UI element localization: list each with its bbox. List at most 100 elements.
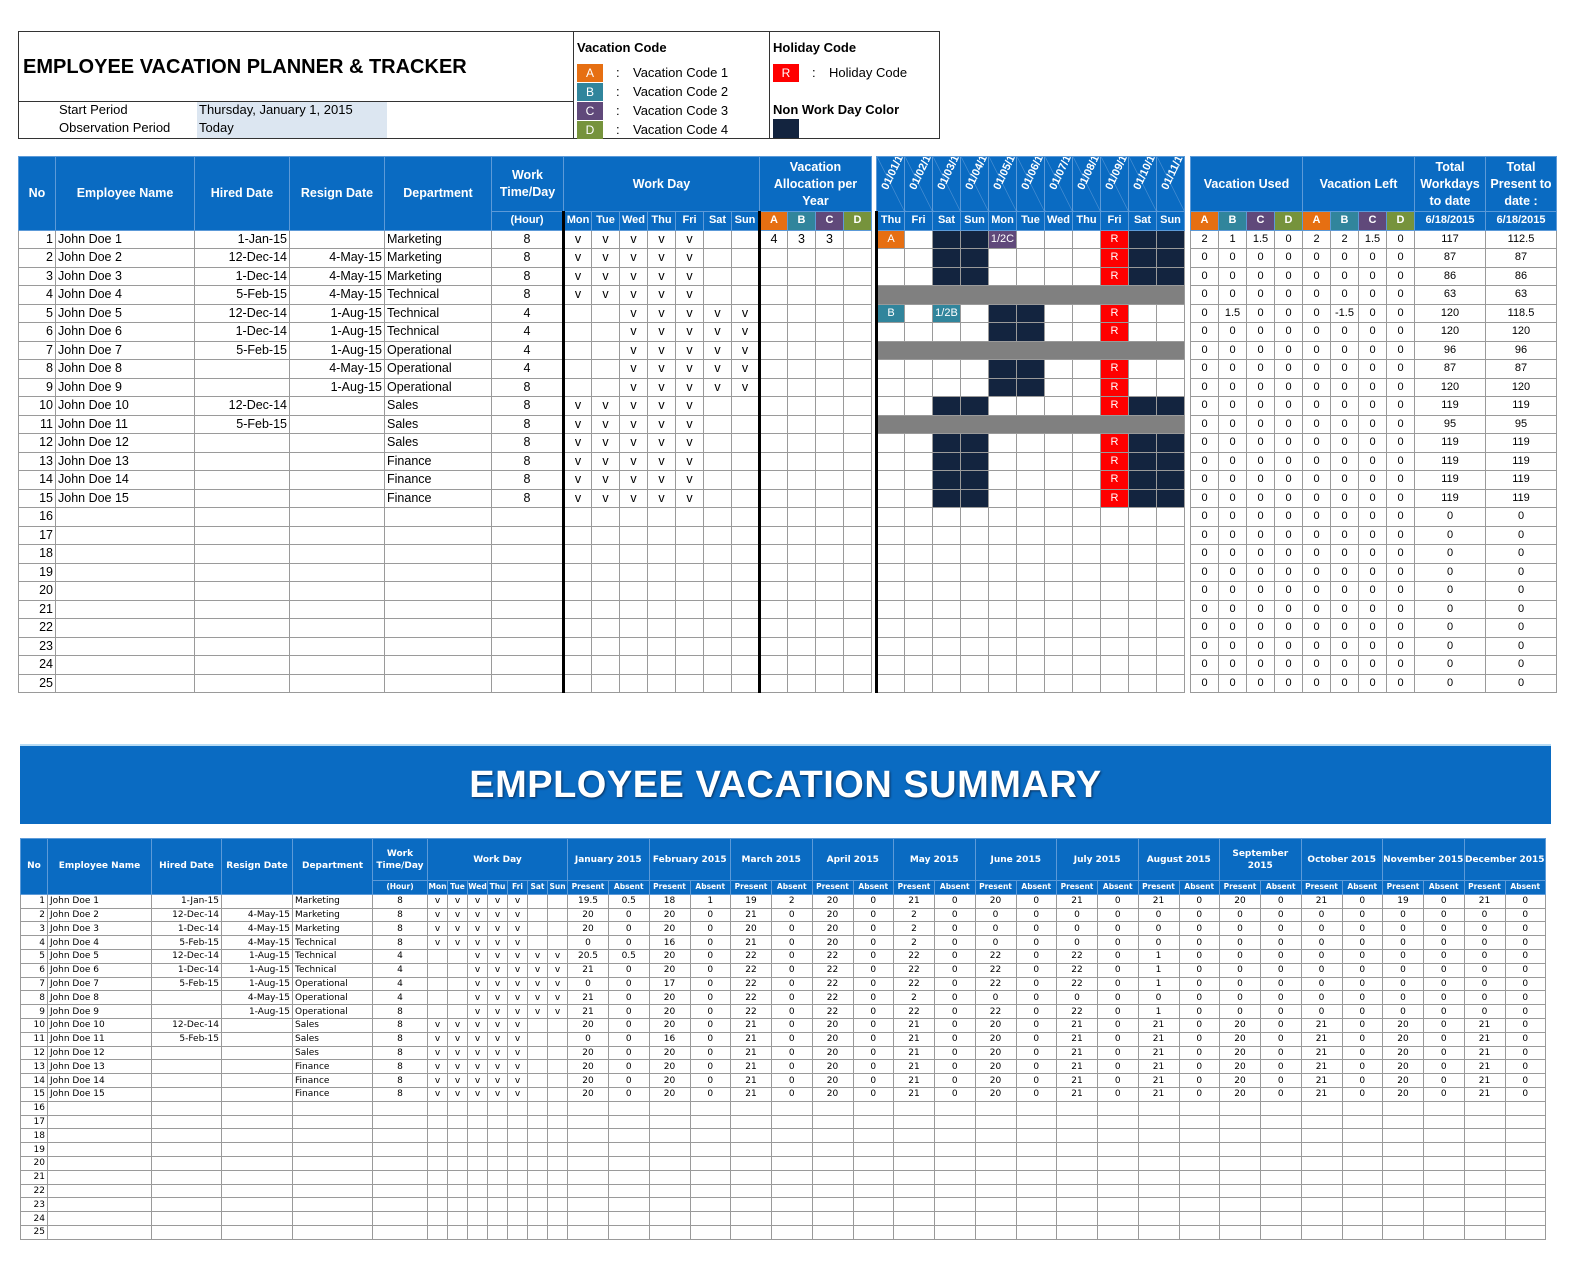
calendar-cell[interactable] <box>932 599 961 619</box>
calendar-cell[interactable] <box>1072 507 1101 527</box>
work-day-cell[interactable]: v <box>619 451 648 471</box>
resign-date-cell[interactable]: 1-Aug-15 <box>289 340 385 360</box>
calendar-cell[interactable] <box>1016 525 1045 545</box>
vacation-alloc-cell[interactable] <box>843 562 872 582</box>
work-day-cell[interactable]: v <box>591 266 620 286</box>
work-day-cell[interactable] <box>703 655 732 675</box>
calendar-cell[interactable] <box>904 562 933 582</box>
work-day-cell[interactable]: v <box>562 470 592 490</box>
resign-date-cell[interactable] <box>289 525 385 545</box>
work-day-cell[interactable] <box>591 544 620 564</box>
calendar-cell[interactable] <box>1016 470 1045 490</box>
hired-date-cell[interactable] <box>194 655 290 675</box>
vacation-alloc-cell[interactable] <box>758 618 788 638</box>
calendar-cell[interactable] <box>1072 451 1101 471</box>
department-cell[interactable] <box>384 544 492 564</box>
calendar-cell[interactable] <box>1072 673 1101 693</box>
calendar-cell[interactable] <box>875 507 905 527</box>
work-hours-cell[interactable] <box>491 507 564 527</box>
work-day-cell[interactable]: v <box>591 248 620 268</box>
holiday-cell[interactable]: R <box>1100 359 1129 379</box>
work-day-cell[interactable]: v <box>675 322 704 342</box>
calendar-cell[interactable] <box>1100 562 1129 582</box>
vacation-alloc-cell[interactable] <box>787 359 816 379</box>
work-day-cell[interactable] <box>731 248 760 268</box>
calendar-cell[interactable] <box>1016 544 1045 564</box>
calendar-cell[interactable] <box>1072 303 1101 323</box>
work-day-cell[interactable] <box>562 581 592 601</box>
hired-date-cell[interactable] <box>194 581 290 601</box>
work-day-cell[interactable] <box>619 599 648 619</box>
vacation-alloc-cell[interactable] <box>758 303 788 323</box>
work-day-cell[interactable]: v <box>562 414 592 434</box>
resign-date-cell[interactable] <box>289 673 385 693</box>
work-day-cell[interactable]: v <box>647 470 676 490</box>
work-day-cell[interactable]: v <box>675 451 704 471</box>
calendar-cell[interactable] <box>1156 525 1185 545</box>
calendar-cell[interactable] <box>1044 673 1073 693</box>
non-work-day-cell[interactable] <box>1016 377 1045 397</box>
work-day-cell[interactable]: v <box>675 248 704 268</box>
vacation-alloc-cell[interactable] <box>843 599 872 619</box>
vacation-alloc-cell[interactable] <box>787 396 816 416</box>
work-day-cell[interactable]: v <box>647 322 676 342</box>
vacation-alloc-cell[interactable] <box>758 581 788 601</box>
department-cell[interactable]: Technical <box>384 303 492 323</box>
work-day-cell[interactable]: v <box>731 377 760 397</box>
calendar-cell[interactable] <box>988 248 1017 268</box>
work-hours-cell[interactable] <box>491 525 564 545</box>
calendar-cell[interactable] <box>1016 451 1045 471</box>
work-day-cell[interactable] <box>562 322 592 342</box>
work-day-cell[interactable] <box>591 359 620 379</box>
employee-name-cell[interactable] <box>55 618 195 638</box>
vacation-alloc-cell[interactable] <box>815 359 844 379</box>
vacation-alloc-cell[interactable] <box>758 322 788 342</box>
work-day-cell[interactable] <box>619 581 648 601</box>
work-day-cell[interactable] <box>619 544 648 564</box>
hired-date-cell[interactable] <box>194 359 290 379</box>
calendar-cell[interactable] <box>1128 562 1157 582</box>
resign-date-cell[interactable] <box>289 581 385 601</box>
calendar-cell[interactable] <box>1072 525 1101 545</box>
work-day-cell[interactable] <box>703 433 732 453</box>
employee-name-cell[interactable]: John Doe 13 <box>55 451 195 471</box>
work-day-cell[interactable] <box>675 562 704 582</box>
vacation-alloc-cell[interactable] <box>787 433 816 453</box>
work-day-cell[interactable]: v <box>619 266 648 286</box>
vacation-alloc-cell[interactable] <box>758 470 788 490</box>
work-day-cell[interactable]: v <box>675 470 704 490</box>
hired-date-cell[interactable] <box>194 599 290 619</box>
calendar-cell[interactable] <box>1156 599 1185 619</box>
department-cell[interactable]: Marketing <box>384 248 492 268</box>
non-work-day-cell[interactable] <box>960 266 989 286</box>
work-day-cell[interactable]: v <box>591 414 620 434</box>
vacation-alloc-cell[interactable] <box>787 525 816 545</box>
work-day-cell[interactable] <box>591 340 620 360</box>
employee-name-cell[interactable]: John Doe 11 <box>55 414 195 434</box>
work-day-cell[interactable]: v <box>647 451 676 471</box>
non-work-day-cell[interactable] <box>988 359 1017 379</box>
department-cell[interactable]: Marketing <box>384 229 492 249</box>
vacation-alloc-cell[interactable] <box>843 266 872 286</box>
calendar-cell[interactable] <box>1016 266 1045 286</box>
calendar-cell[interactable] <box>904 248 933 268</box>
resign-date-cell[interactable]: 1-Aug-15 <box>289 377 385 397</box>
work-day-cell[interactable]: v <box>562 488 592 508</box>
work-day-cell[interactable] <box>703 414 732 434</box>
vacation-alloc-cell[interactable] <box>815 618 844 638</box>
calendar-cell[interactable] <box>904 451 933 471</box>
calendar-cell[interactable] <box>904 655 933 675</box>
calendar-cell[interactable] <box>1016 248 1045 268</box>
non-work-day-cell[interactable] <box>1016 322 1045 342</box>
work-day-cell[interactable] <box>591 655 620 675</box>
calendar-cell[interactable] <box>1128 377 1157 397</box>
work-day-cell[interactable] <box>562 303 592 323</box>
resign-date-cell[interactable] <box>289 433 385 453</box>
calendar-cell[interactable] <box>1128 359 1157 379</box>
work-hours-cell[interactable]: 8 <box>491 451 564 471</box>
work-day-cell[interactable]: v <box>619 322 648 342</box>
vacation-alloc-cell[interactable] <box>758 396 788 416</box>
work-day-cell[interactable]: v <box>731 322 760 342</box>
work-day-cell[interactable] <box>731 673 760 693</box>
department-cell[interactable]: Sales <box>384 414 492 434</box>
